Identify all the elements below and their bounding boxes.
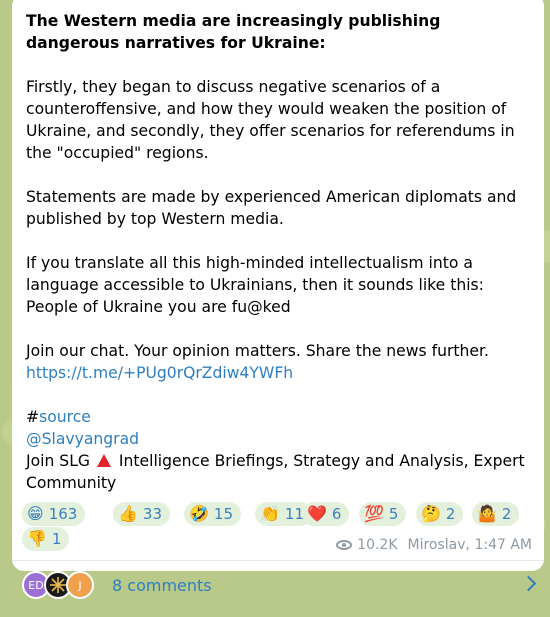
reaction-count: 2: [445, 505, 456, 523]
star-burst-icon: [50, 577, 66, 593]
reaction-count: 1: [51, 530, 62, 548]
reaction-rofl[interactable]: 🤣 15: [184, 502, 242, 526]
channel-mention-link[interactable]: @Slavyangrad: [26, 430, 139, 448]
reaction-hundred[interactable]: 💯 5: [359, 502, 407, 526]
reaction-count: 2: [501, 505, 512, 523]
comments-count[interactable]: 8 comments: [112, 576, 212, 595]
thumbs-down-emoji-icon: 👎: [27, 529, 47, 548]
hundred-emoji-icon: 💯: [364, 504, 384, 523]
reaction-count: 15: [213, 505, 234, 523]
message-text: The Western media are increasingly publi…: [26, 10, 536, 494]
avatar-initials: ED: [28, 578, 44, 592]
post-paragraph-3: If you translate all this high-minded in…: [26, 254, 484, 316]
reaction-thumbs-up[interactable]: 👍 33: [113, 502, 171, 526]
join-slg-text: Join SLG: [26, 452, 90, 470]
post-paragraph-2: Statements are made by experienced Ameri…: [26, 188, 517, 228]
reaction-heart[interactable]: ❤️ 6: [302, 502, 350, 526]
clap-emoji-icon: 👏: [260, 504, 280, 523]
comments-bar[interactable]: ED J 8 comments: [12, 561, 544, 609]
thinking-emoji-icon: 🤔: [421, 504, 441, 523]
avatar: J: [66, 571, 94, 599]
reaction-count: 6: [331, 505, 342, 523]
avatar-initials: J: [78, 578, 82, 592]
reaction-thumbs-down[interactable]: 👎 1: [22, 527, 70, 551]
reaction-thinking[interactable]: 🤔 2: [416, 502, 464, 526]
rofl-emoji-icon: 🤣: [189, 504, 209, 523]
post-footer: #source @Slavyangrad Join SLG Intelligen…: [26, 406, 536, 494]
post-join-chat: Join our chat. Your opinion matters. Sha…: [26, 340, 536, 384]
thumbs-up-emoji-icon: 👍: [118, 504, 138, 523]
message-meta: 10.2K Miroslav, 1:47 AM: [336, 537, 532, 553]
reaction-shrug[interactable]: 🤷 2: [472, 502, 520, 526]
chat-link[interactable]: https://t.me/+PUg0rQrZdiw4YWFh: [26, 364, 293, 382]
heart-emoji-icon: ❤️: [307, 504, 327, 523]
view-count: 10.2K: [357, 537, 398, 553]
reaction-count: 5: [388, 505, 399, 523]
message-bubble: The Western media are increasingly publi…: [12, 0, 544, 599]
grin-emoji-icon: 😁: [27, 504, 44, 523]
hashtag-prefix: #: [26, 408, 40, 426]
reaction-count: 33: [142, 505, 163, 523]
reaction-count: 163: [48, 505, 78, 523]
post-paragraph-1: Firstly, they began to discuss negative …: [26, 78, 515, 162]
commenter-avatars: ED J: [22, 569, 102, 601]
hashtag-link[interactable]: source: [39, 408, 91, 426]
reaction-grin[interactable]: 😁 163: [22, 502, 86, 526]
post-headline: The Western media are increasingly publi…: [26, 12, 441, 52]
join-chat-text: Join our chat. Your opinion matters. Sha…: [26, 342, 489, 360]
author-time: Miroslav, 1:47 AM: [407, 537, 532, 553]
eye-icon: [336, 540, 353, 550]
chevron-right-icon[interactable]: [520, 575, 537, 592]
red-triangle-icon: [96, 454, 111, 467]
shrug-emoji-icon: 🤷: [477, 504, 497, 523]
